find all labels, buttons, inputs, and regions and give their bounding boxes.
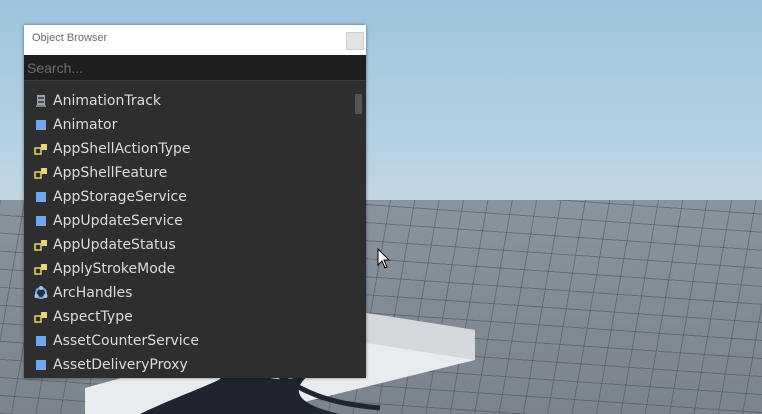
item-label: AspectType [53, 309, 133, 325]
enum-icon [34, 240, 47, 251]
item-label: AppShellActionType [53, 141, 191, 157]
list-item[interactable]: AppStorageService [24, 185, 354, 209]
arc-handles-icon [34, 286, 48, 299]
item-label: ArcHandles [53, 285, 133, 301]
class-square-icon [36, 192, 46, 202]
list-item[interactable]: AppShellActionType [24, 137, 354, 161]
title-bar[interactable]: Object Browser [24, 25, 366, 55]
list-item[interactable]: AnimationTrack [24, 89, 354, 113]
scrollbar[interactable] [354, 89, 364, 378]
list-item[interactable]: AssetDeliveryProxy [24, 353, 354, 377]
search-bar [24, 55, 366, 81]
list-item[interactable]: AspectType [24, 305, 354, 329]
item-label: ApplyStrokeMode [53, 261, 176, 277]
class-square-icon [36, 120, 46, 130]
list-item[interactable]: ApplyStrokeMode [24, 257, 354, 281]
animation-track-icon [36, 95, 46, 107]
item-label: AppStorageService [53, 189, 187, 205]
list-item[interactable]: AppUpdateService [24, 209, 354, 233]
object-browser-window: Object Browser AnimationTrack Animator [24, 25, 366, 378]
list-item[interactable]: ArcHandles [24, 281, 354, 305]
enum-icon [34, 168, 47, 179]
item-label: AssetDeliveryProxy [53, 357, 188, 373]
item-label: AssetCounterService [53, 333, 199, 349]
enum-icon [34, 144, 47, 155]
enum-icon [34, 264, 47, 275]
scrollbar-thumb[interactable] [355, 94, 362, 114]
list-item[interactable]: AppShellFeature [24, 161, 354, 185]
search-input[interactable] [27, 58, 357, 78]
close-button[interactable] [346, 32, 364, 50]
class-square-icon [36, 336, 46, 346]
list-item[interactable]: Animator [24, 113, 354, 137]
item-label: AnimationTrack [53, 93, 162, 109]
item-label: AppShellFeature [53, 165, 168, 181]
enum-icon [34, 312, 47, 323]
class-square-icon [36, 216, 46, 226]
mouse-cursor-icon [377, 248, 391, 269]
item-label: AppUpdateService [53, 213, 183, 229]
list-item[interactable]: AppUpdateStatus [24, 233, 354, 257]
item-label: AppUpdateStatus [53, 237, 176, 253]
list-item[interactable]: AssetCounterService [24, 329, 354, 353]
item-label: Animator [53, 117, 118, 133]
class-square-icon [36, 360, 46, 370]
window-title: Object Browser [32, 32, 108, 44]
